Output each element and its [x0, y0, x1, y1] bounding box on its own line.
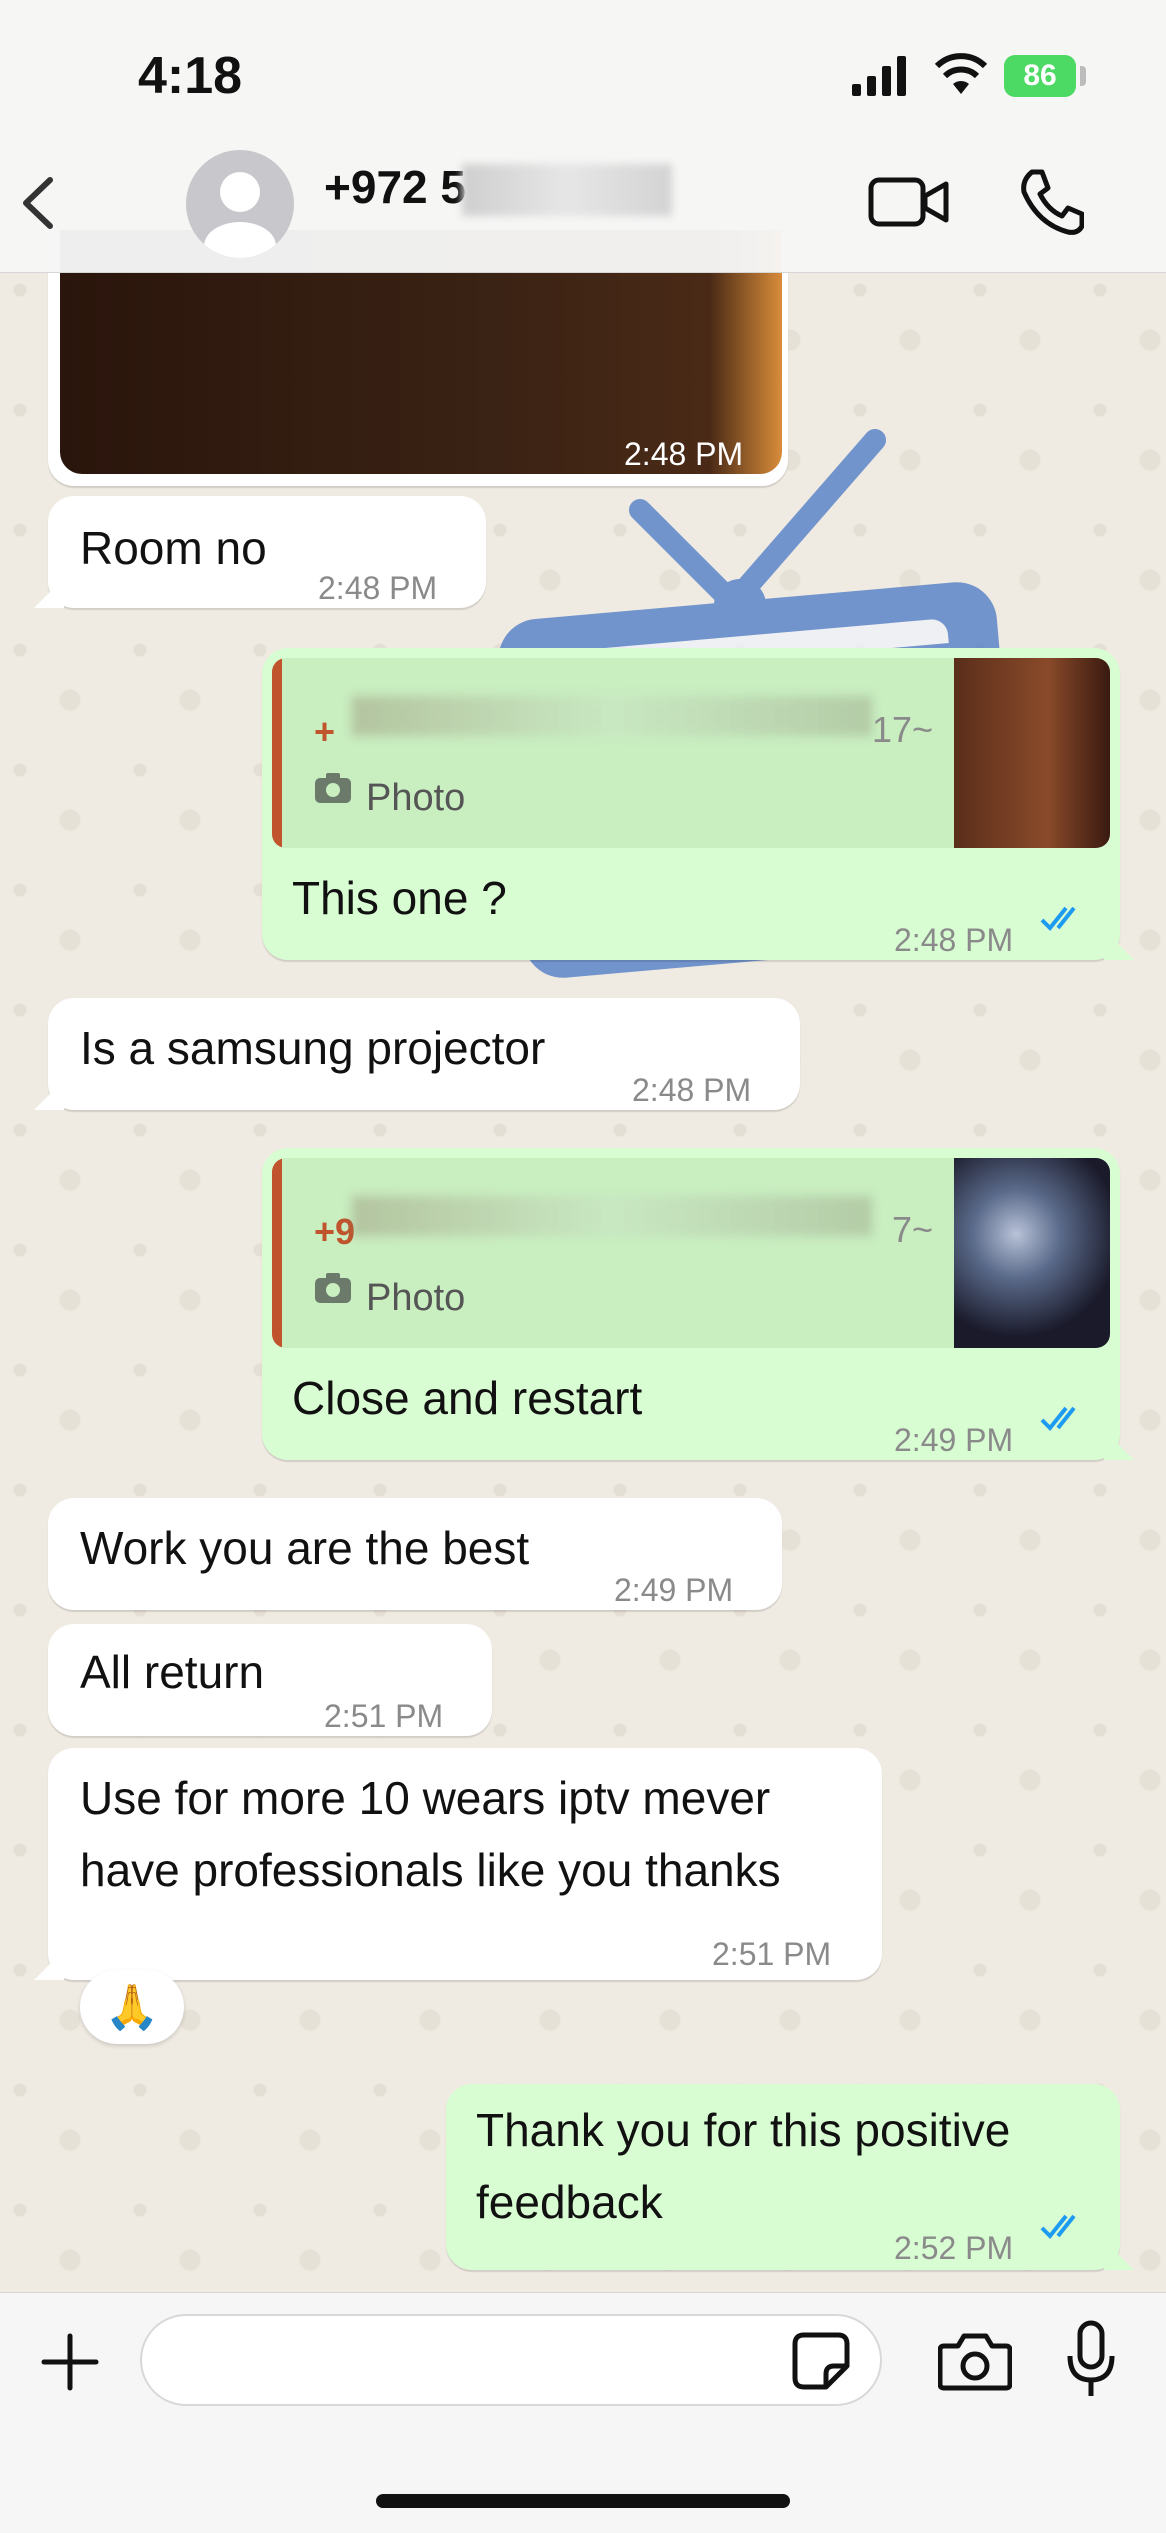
camera-small-icon: [315, 1273, 351, 1303]
message-text: Room no: [80, 522, 267, 574]
outgoing-message-bubble[interactable]: Thank you for this positive feedback 2:5…: [446, 2084, 1134, 2270]
message-time: 2:49 PM: [614, 1572, 734, 1608]
status-bar-time: 4:18: [138, 47, 243, 105]
cellular-signal-icon: [852, 56, 906, 96]
battery-level: 86: [1023, 59, 1057, 92]
message-time: 2:48 PM: [624, 436, 744, 472]
blurred-sender-number: [352, 696, 872, 736]
quote-accent-bar: [272, 658, 282, 848]
message-time: 2:48 PM: [894, 922, 1014, 958]
message-time: 2:49 PM: [894, 1422, 1014, 1458]
double-check-icon: [1040, 2214, 1076, 2239]
message-time: 2:51 PM: [712, 1936, 832, 1972]
quote-thumbnail: [954, 658, 1110, 848]
quote-accent-bar: [272, 1158, 282, 1348]
chat-header: [0, 0, 1166, 273]
outgoing-reply-bubble[interactable]: + 17~ Photo This one ? 2:48 PM: [262, 648, 1134, 960]
wifi-icon: [934, 53, 988, 94]
avatar-icon: [204, 172, 276, 258]
incoming-message-bubble[interactable]: Room no 2:48 PM: [34, 496, 486, 608]
voice-call-icon[interactable]: [1018, 168, 1084, 236]
contact-avatar[interactable]: [186, 150, 294, 258]
battery-tip: [1080, 66, 1086, 86]
reaction-badge[interactable]: 🙏: [80, 1970, 184, 2044]
message-text: Is a samsung projector: [80, 1022, 546, 1074]
home-indicator: [376, 2494, 790, 2508]
double-check-icon: [1040, 906, 1076, 931]
quote-sender-suffix: 7~: [892, 1209, 934, 1250]
quote-sender: +: [314, 711, 336, 752]
incoming-message-bubble[interactable]: Is a samsung projector 2:48 PM: [34, 998, 800, 1110]
message-text: Close and restart: [292, 1372, 643, 1424]
message-text-line-2: have professionals like you thanks: [80, 1844, 781, 1896]
message-text-line-2: feedback: [476, 2176, 663, 2228]
video-call-icon[interactable]: [868, 172, 950, 232]
microphone-icon[interactable]: [1066, 2320, 1116, 2400]
message-time: 2:51 PM: [324, 1698, 444, 1734]
battery-icon: 86: [1004, 55, 1076, 97]
message-time: 2:48 PM: [632, 1072, 752, 1108]
blurred-contact-number: [462, 164, 672, 216]
message-text-line-1: Thank you for this positive: [476, 2104, 1011, 2156]
quote-type-label: Photo: [366, 1277, 466, 1319]
plus-icon[interactable]: [40, 2332, 100, 2392]
camera-small-icon: [315, 773, 351, 803]
quote-thumbnail: [954, 1158, 1110, 1348]
incoming-message-bubble[interactable]: All return 2:51 PM: [48, 1624, 492, 1736]
outgoing-reply-bubble[interactable]: +9 7~ Photo Close and restart 2:49 PM: [262, 1148, 1134, 1460]
message-text: This one ?: [292, 872, 507, 924]
double-check-icon: [1040, 1406, 1076, 1431]
incoming-message-bubble[interactable]: Work you are the best 2:49 PM: [48, 1498, 782, 1610]
reaction-emoji: 🙏: [104, 1983, 160, 2032]
quoted-message[interactable]: + 17~ Photo: [272, 658, 1110, 848]
message-input[interactable]: [140, 2314, 882, 2406]
quote-type-label: Photo: [366, 777, 466, 819]
quoted-message[interactable]: +9 7~ Photo: [272, 1158, 1110, 1348]
message-text: All return: [80, 1646, 265, 1698]
incoming-message-bubble[interactable]: Use for more 10 wears iptv mever have pr…: [34, 1748, 882, 1980]
message-text: Work you are the best: [80, 1522, 530, 1574]
quote-sender-suffix: 17~: [872, 709, 934, 750]
back-chevron-icon[interactable]: [20, 176, 56, 230]
camera-icon[interactable]: [938, 2330, 1012, 2392]
blurred-sender-number: [352, 1196, 872, 1236]
sticker-icon[interactable]: [792, 2332, 850, 2390]
message-time: 2:52 PM: [894, 2230, 1014, 2266]
message-time: 2:48 PM: [318, 570, 438, 606]
message-text-line-1: Use for more 10 wears iptv mever: [80, 1772, 771, 1824]
contact-name[interactable]: +972 5: [324, 160, 466, 214]
quote-sender: +9: [314, 1211, 356, 1252]
